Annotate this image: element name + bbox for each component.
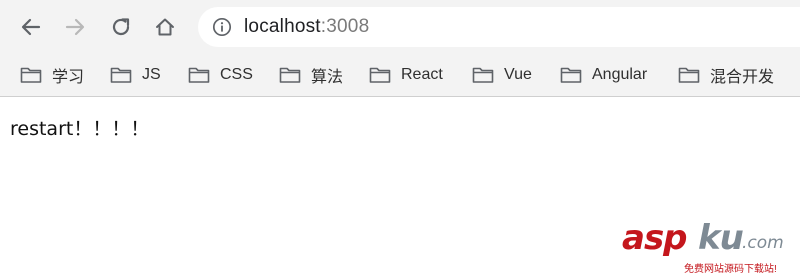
bookmark-css[interactable]: CSS — [188, 61, 253, 89]
folder-icon — [20, 67, 42, 83]
bookmark-label: CSS — [220, 66, 253, 83]
browser-toolbar: localhost:3008 — [0, 0, 800, 54]
bookmark-label: Angular — [592, 66, 648, 83]
bookmark-label: 学习 — [52, 69, 85, 86]
arrow-right-icon — [65, 18, 85, 36]
bookmark-react[interactable]: React — [369, 61, 443, 89]
browser-chrome: localhost:3008 学习 JS CSS 算法 React Vue An… — [0, 0, 800, 97]
bookmark-angular[interactable]: Angular — [560, 61, 647, 89]
bookmark-vue[interactable]: Vue — [472, 61, 532, 89]
folder-icon — [472, 67, 494, 83]
home-button[interactable] — [150, 12, 180, 42]
folder-icon — [678, 67, 700, 83]
folder-icon — [369, 67, 391, 83]
bookmark-label: Vue — [504, 66, 532, 83]
bookmark-study[interactable]: 学习 — [20, 61, 84, 89]
page-body-text: restart！！！！ — [10, 118, 150, 140]
url-host: localhost — [244, 16, 321, 37]
bookmark-label: JS — [142, 66, 161, 83]
bookmark-hybrid-dev[interactable]: 混合开发 — [678, 61, 774, 89]
reload-button[interactable] — [106, 12, 136, 42]
bookmarks-bar: 学习 JS CSS 算法 React Vue Angular 混合开发 — [0, 54, 800, 96]
home-icon — [156, 18, 174, 36]
page-content: restart！！！！ — [0, 97, 800, 277]
forward-button[interactable] — [60, 12, 90, 42]
address-url[interactable]: localhost:3008 — [244, 16, 369, 38]
bookmark-js[interactable]: JS — [110, 61, 161, 89]
bookmark-label: React — [401, 66, 443, 83]
folder-icon — [560, 67, 582, 83]
bookmark-algorithms[interactable]: 算法 — [279, 61, 343, 89]
info-icon[interactable] — [212, 17, 232, 37]
bookmark-label: 算法 — [311, 69, 344, 86]
reload-icon — [112, 18, 130, 36]
folder-icon — [188, 67, 210, 83]
bookmark-label: 混合开发 — [710, 69, 775, 86]
folder-icon — [279, 67, 301, 83]
arrow-left-icon — [21, 18, 41, 36]
back-button[interactable] — [16, 12, 46, 42]
folder-icon — [110, 67, 132, 83]
url-port: :3008 — [320, 16, 370, 37]
address-bar[interactable]: localhost:3008 — [198, 7, 800, 47]
